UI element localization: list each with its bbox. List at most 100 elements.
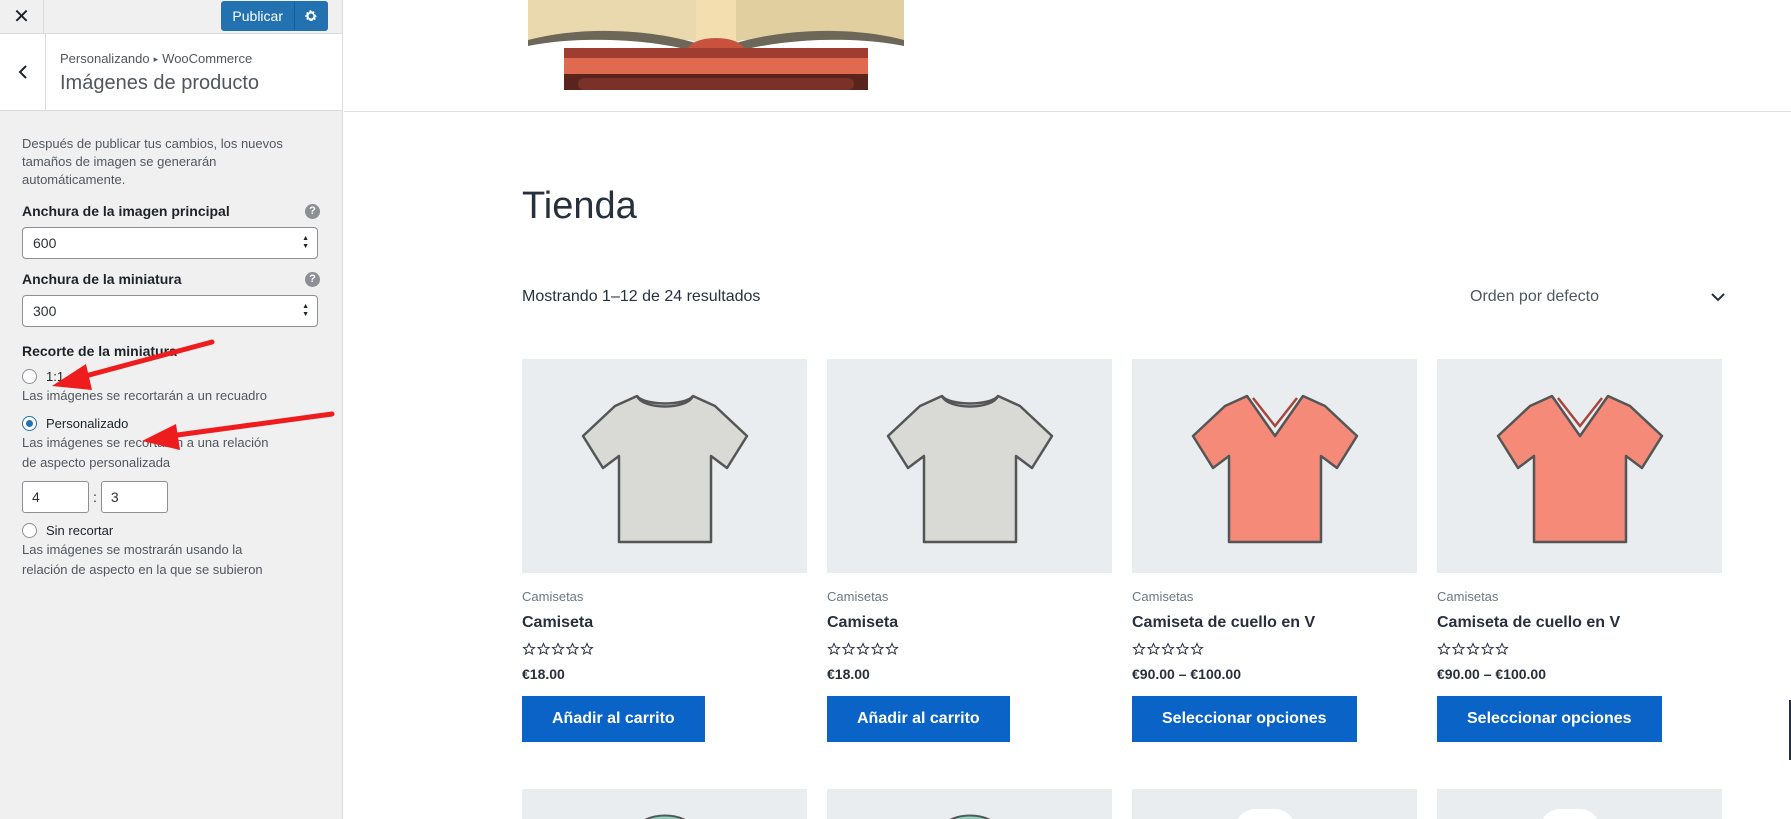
product-grid: Camisetas Camiseta €18.00 Añadir al carr…: [522, 359, 1722, 742]
site-logo[interactable]: [528, 0, 904, 90]
product-category[interactable]: Camisetas: [1437, 589, 1722, 604]
breadcrumb-parent: WooCommerce: [162, 51, 253, 66]
vneck-tshirt-icon: [1191, 394, 1358, 544]
rating-stars-icon: [827, 642, 899, 656]
close-icon: ✕: [13, 6, 30, 28]
customizer-topbar: ✕ Publicar: [0, 0, 342, 34]
spin-up-icon: ▲: [302, 235, 309, 242]
product-grid-row-2: [522, 789, 1722, 819]
thumbnail-width-text: Anchura de la miniatura: [22, 271, 182, 287]
product-card: Camisetas Camiseta €18.00 Añadir al carr…: [522, 359, 807, 742]
publish-settings-button[interactable]: [294, 1, 328, 31]
product-category[interactable]: Camisetas: [1132, 589, 1417, 604]
tshirt-icon: [949, 814, 990, 819]
rating-stars-icon: [1132, 642, 1204, 656]
main-image-width-text: Anchura de la imagen principal: [22, 203, 230, 219]
thumbnail-crop-text: Recorte de la miniatura: [22, 343, 177, 359]
product-name[interactable]: Camiseta de cuello en V: [1437, 614, 1722, 632]
spin-up-icon: ▲: [302, 303, 309, 310]
site-preview: Tienda Mostrando 1–12 de 24 resultados O…: [344, 0, 1791, 819]
product-images-panel: Después de publicar tus cambios, los nue…: [0, 111, 342, 580]
product-image[interactable]: [1132, 359, 1417, 573]
product-rating: [1132, 642, 1417, 656]
crop-radio-1-1[interactable]: [22, 369, 37, 384]
select-options-button[interactable]: Seleccionar opciones: [1132, 696, 1357, 742]
main-image-width-spinner[interactable]: ▲ ▼: [302, 235, 309, 251]
product-card: Camisetas Camiseta de cuello en V €90.00…: [1132, 359, 1417, 742]
product-image[interactable]: [827, 359, 1112, 573]
custom-ratio-row: 4 : 3: [22, 481, 320, 513]
main-image-width-value: 600: [33, 235, 57, 251]
product-image[interactable]: [1437, 789, 1722, 819]
rating-stars-icon: [1437, 642, 1509, 656]
product-price: €90.00 – €100.00: [1132, 666, 1241, 682]
help-icon[interactable]: ?: [305, 271, 320, 287]
chevron-left-icon: [18, 65, 27, 79]
tshirt-icon: [581, 394, 748, 544]
back-button[interactable]: [0, 34, 46, 110]
select-options-button[interactable]: Seleccionar opciones: [1437, 696, 1662, 742]
help-icon[interactable]: ?: [305, 203, 320, 219]
product-price: €18.00: [522, 666, 565, 682]
thumbnail-width-value: 300: [33, 303, 57, 319]
product-rating: [1437, 642, 1722, 656]
product-image[interactable]: [827, 789, 1112, 819]
product-rating: [522, 642, 807, 656]
product-image[interactable]: [522, 789, 807, 819]
breadcrumb-separator: ▸: [153, 54, 159, 64]
product-category[interactable]: Camisetas: [827, 589, 1112, 604]
breadcrumb: Personalizando ▸ WooCommerce: [60, 51, 252, 66]
ratio-width-input[interactable]: 4: [22, 481, 89, 513]
product-price: €90.00 – €100.00: [1437, 666, 1546, 682]
publish-button[interactable]: Publicar: [221, 1, 294, 31]
chevron-down-icon: [1711, 293, 1725, 302]
product-name[interactable]: Camiseta: [827, 614, 1112, 632]
vneck-tshirt-icon: [1496, 394, 1663, 544]
product-name[interactable]: Camiseta: [522, 614, 807, 632]
product-category[interactable]: Camisetas: [522, 589, 807, 604]
ratio-separator: :: [93, 489, 97, 505]
product-card: Camisetas Camiseta de cuello en V €90.00…: [1437, 359, 1722, 742]
crop-option-desc: Las imágenes se recortarán a una relació…: [22, 435, 269, 470]
crop-radio-custom[interactable]: [22, 416, 37, 431]
shop-title: Tienda: [522, 185, 637, 227]
publish-group: Publicar: [221, 1, 328, 31]
product-image[interactable]: [522, 359, 807, 573]
thumbnail-crop-label: Recorte de la miniatura: [22, 343, 320, 359]
main-image-width-label: Anchura de la imagen principal ?: [22, 203, 320, 219]
product-card: Camisetas Camiseta €18.00 Añadir al carr…: [827, 359, 1112, 742]
add-to-cart-button[interactable]: Añadir al carrito: [522, 696, 705, 742]
tshirt-icon: [644, 814, 685, 819]
tshirt-shape: [1191, 394, 1358, 544]
crop-option-1-1[interactable]: 1:1: [22, 369, 320, 384]
cap-icon: [1237, 809, 1292, 819]
result-count: Mostrando 1–12 de 24 resultados: [522, 288, 761, 305]
tshirt-shape: [581, 394, 748, 544]
spin-down-icon: ▼: [302, 311, 309, 318]
product-image[interactable]: [1132, 789, 1417, 819]
thumbnail-width-input[interactable]: 300 ▲ ▼: [22, 295, 318, 327]
product-name[interactable]: Camiseta de cuello en V: [1132, 614, 1417, 632]
tshirt-shape: [1496, 394, 1663, 544]
spin-down-icon: ▼: [302, 243, 309, 250]
ordering-select[interactable]: Orden por defecto: [1470, 282, 1725, 312]
crop-option-uncropped[interactable]: Sin recortar: [22, 523, 320, 538]
rating-stars-icon: [522, 642, 594, 656]
cap-icon: [1542, 809, 1597, 819]
main-image-width-input[interactable]: 600 ▲ ▼: [22, 227, 318, 259]
add-to-cart-button[interactable]: Añadir al carrito: [827, 696, 1010, 742]
ratio-height-input[interactable]: 3: [100, 481, 168, 513]
crop-option-custom[interactable]: Personalizado: [22, 416, 320, 431]
crop-option-label: Sin recortar: [46, 523, 114, 538]
thumbnail-width-label: Anchura de la miniatura ?: [22, 271, 320, 287]
crop-radio-uncropped[interactable]: [22, 523, 37, 538]
section-header: Personalizando ▸ WooCommerce Imágenes de p…: [0, 34, 342, 111]
gear-icon: [305, 10, 317, 21]
crop-option-desc: Las imágenes se mostrarán usando la rela…: [22, 542, 263, 577]
product-price: €18.00: [827, 666, 870, 682]
close-customizer-button[interactable]: ✕: [0, 0, 44, 33]
customizer-sidebar: ✕ Publicar Personalizando ▸ WooCommerce Im…: [0, 0, 343, 819]
site-header: [344, 0, 1791, 112]
product-image[interactable]: [1437, 359, 1722, 573]
thumbnail-width-spinner[interactable]: ▲ ▼: [302, 303, 309, 319]
